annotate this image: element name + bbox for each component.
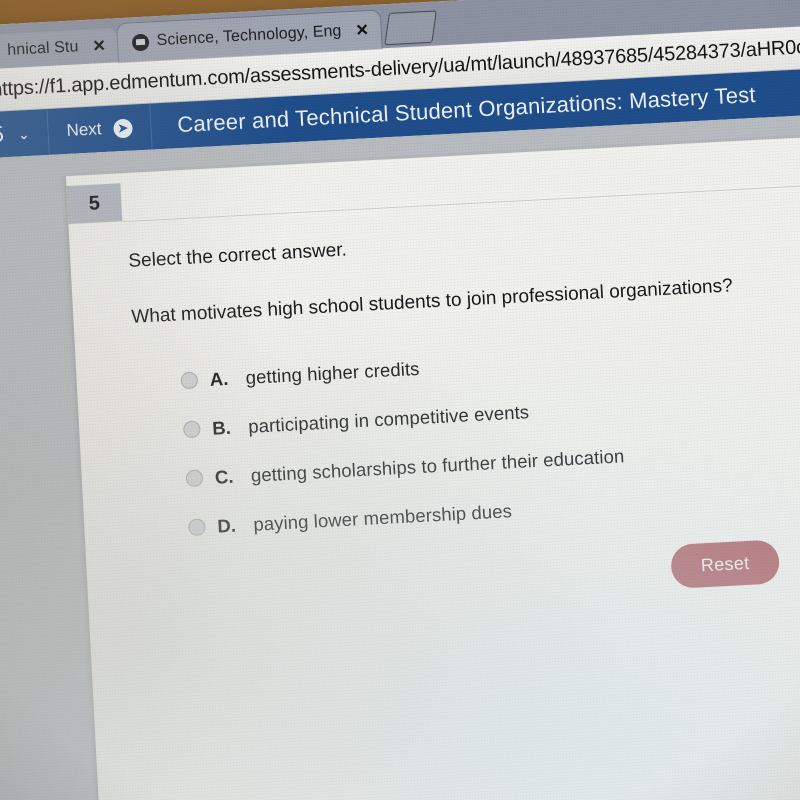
new-tab-button[interactable]: [384, 10, 438, 46]
radio-button-a[interactable]: [180, 371, 199, 390]
option-letter-c: C.: [214, 465, 234, 488]
question-number-dropdown[interactable]: 5 ⌄: [0, 108, 50, 161]
option-text-d: paying lower membership dues: [252, 500, 513, 535]
browser-tab-1-title: hnical Stu: [6, 38, 79, 59]
reset-button[interactable]: Reset: [670, 539, 781, 589]
browser-tab-2-title: Science, Technology, Eng: [156, 22, 342, 50]
browser-tab-1[interactable]: hnical Stu ✕: [0, 28, 119, 69]
radio-button-c[interactable]: [185, 469, 204, 488]
question-card: 5 Select the correct answer. What motiva…: [65, 130, 800, 800]
answer-option-c[interactable]: C. getting scholarships to further their…: [185, 429, 800, 490]
question-number-value: 5: [0, 121, 5, 147]
answer-option-d[interactable]: D. paying lower membership dues: [188, 478, 800, 539]
radio-button-b[interactable]: [182, 420, 201, 439]
chevron-down-icon: ⌄: [17, 125, 31, 143]
page-background: 5 Select the correct answer. What motiva…: [0, 110, 800, 800]
answer-option-a[interactable]: A. getting higher credits: [180, 331, 800, 392]
question-content: Select the correct answer. What motivate…: [128, 209, 800, 568]
option-text-a: getting higher credits: [245, 357, 420, 388]
monitor-screen: hnical Stu ✕ Science, Technology, Eng ✕ …: [0, 0, 800, 800]
option-text-c: getting scholarships to further their ed…: [250, 445, 625, 486]
option-text-b: participating in competitive events: [247, 401, 530, 437]
header-next-label: Next: [66, 119, 102, 140]
card-divider: [122, 178, 800, 223]
question-number-badge: 5: [66, 183, 123, 225]
answer-option-b[interactable]: B. participating in competitive events: [182, 380, 800, 441]
header-next-button[interactable]: Next ➤: [47, 103, 153, 155]
option-letter-b: B.: [211, 416, 232, 439]
action-buttons: Reset Next: [670, 532, 800, 589]
option-letter-a: A.: [209, 367, 229, 390]
radio-button-d[interactable]: [188, 518, 206, 537]
science-favicon-icon: [131, 33, 150, 51]
arrow-right-circle-icon: ➤: [112, 118, 133, 139]
option-letter-d: D.: [216, 514, 237, 537]
browser-tab-1-close-icon[interactable]: ✕: [92, 36, 106, 57]
browser-tab-2-close-icon[interactable]: ✕: [355, 20, 369, 41]
photo-of-monitor: hnical Stu ✕ Science, Technology, Eng ✕ …: [0, 0, 800, 800]
answer-options-list: A. getting higher credits B. participati…: [180, 331, 800, 539]
question-prompt: What motivates high school students to j…: [130, 275, 734, 328]
instruction-text: Select the correct answer.: [127, 239, 348, 272]
